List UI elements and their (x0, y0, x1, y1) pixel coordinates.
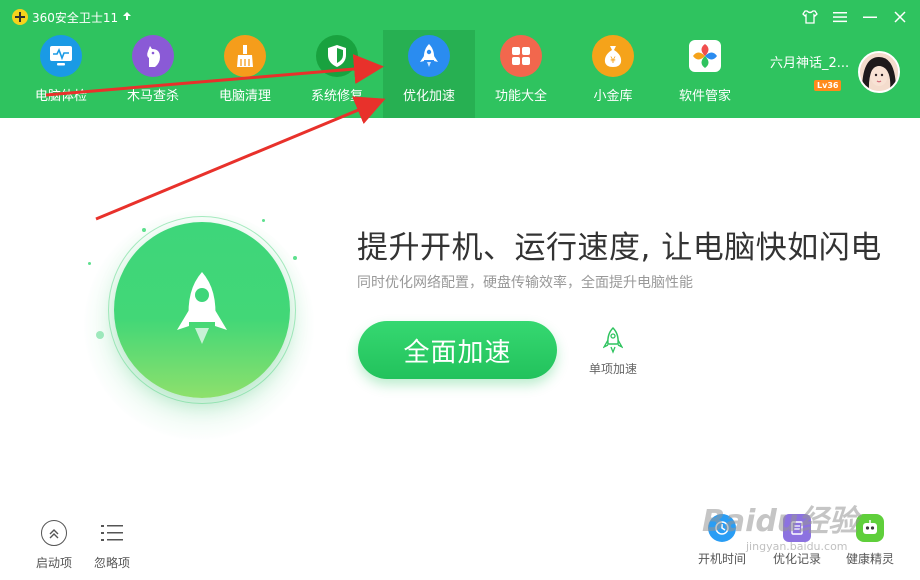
nav-label: 电脑体检 (34, 89, 87, 104)
startup-items-button[interactable]: 启动项 (36, 520, 72, 571)
avatar[interactable] (858, 51, 900, 93)
decor-dot (88, 262, 91, 265)
horse-icon (132, 35, 174, 77)
flower-icon (684, 35, 726, 77)
main-nav: 电脑体检 木马查杀 电脑清理 系统修复 优化加速 功能大全 ¥ 小金库 软件管家 (15, 30, 751, 118)
nav-item-trojan-scan[interactable]: 木马查杀 (107, 30, 199, 118)
nav-label: 电脑清理 (218, 89, 271, 104)
ignored-items-label: 忽略项 (94, 556, 131, 570)
nav-item-optimize-speedup[interactable]: 优化加速 (383, 30, 475, 118)
chevron-up-icon (41, 520, 67, 546)
watermark-url: jingyan.baidu.com (746, 540, 848, 553)
robot-icon (856, 514, 884, 542)
svg-text:¥: ¥ (610, 56, 616, 66)
window-controls (798, 6, 912, 28)
rocket-icon (603, 326, 623, 354)
nav-label: 功能大全 (494, 89, 547, 104)
speedup-rocket-badge[interactable] (114, 222, 290, 398)
shield-icon (316, 35, 358, 77)
nav-label: 小金库 (593, 89, 633, 104)
single-speedup-button[interactable]: 单项加速 (584, 326, 642, 377)
nav-label: 优化加速 (402, 89, 455, 104)
minimize-icon[interactable] (858, 6, 882, 28)
boot-time-label: 开机时间 (698, 552, 747, 566)
health-sprite-label: 健康精灵 (846, 552, 895, 566)
ignored-items-button[interactable]: 忽略项 (94, 520, 130, 571)
nav-item-all-features[interactable]: 功能大全 (475, 30, 567, 118)
app-title: 360安全卫士11 (12, 8, 132, 26)
nav-label: 软件管家 (678, 89, 731, 104)
watermark: Baidu经验 (702, 504, 859, 539)
monitor-check-icon (40, 35, 82, 77)
list-icon (99, 520, 125, 546)
rocket-icon (408, 35, 450, 77)
nav-label: 系统修复 (310, 89, 363, 104)
app-title-text: 360安全卫士11 (32, 10, 119, 25)
close-icon[interactable] (888, 6, 912, 28)
nav-item-system-repair[interactable]: 系统修复 (291, 30, 383, 118)
page-subline: 同时优化网络配置，硬盘传输效率，全面提升电脑性能 (357, 275, 693, 291)
menu-icon[interactable] (828, 6, 852, 28)
annotation-arrow (95, 96, 386, 221)
user-name[interactable]: 六月神话_2... (770, 56, 849, 71)
skin-icon[interactable] (798, 6, 822, 28)
single-speedup-label: 单项加速 (588, 362, 637, 376)
decor-dot (293, 256, 297, 260)
app-logo-icon (12, 9, 28, 25)
full-speedup-button[interactable]: 全面加速 (358, 321, 557, 379)
page-headline: 提升开机、运行速度, 让电脑快如闪电 (357, 230, 882, 266)
top-bar: 360安全卫士11 电脑体检 木马查杀 电脑清理 系统修复 优化加速 功能大全 … (0, 0, 920, 118)
rocket-icon (177, 272, 227, 344)
grid-icon (500, 35, 542, 77)
startup-items-label: 启动项 (36, 556, 73, 570)
nav-label: 木马查杀 (126, 89, 179, 104)
nav-item-pc-cleanup[interactable]: 电脑清理 (199, 30, 291, 118)
broom-icon (224, 35, 266, 77)
level-badge: Lv36 (814, 80, 842, 91)
decor-dot (96, 331, 104, 339)
nav-item-pc-checkup[interactable]: 电脑体检 (15, 30, 107, 118)
decor-dot (262, 219, 265, 222)
up-arrow-icon[interactable] (122, 11, 132, 24)
decor-dot (142, 228, 146, 232)
nav-item-small-treasury[interactable]: ¥ 小金库 (567, 30, 659, 118)
user-area[interactable]: 六月神话_2... Lv36 (770, 52, 849, 91)
money-bag-icon: ¥ (592, 35, 634, 77)
nav-item-software-manager[interactable]: 软件管家 (659, 30, 751, 118)
